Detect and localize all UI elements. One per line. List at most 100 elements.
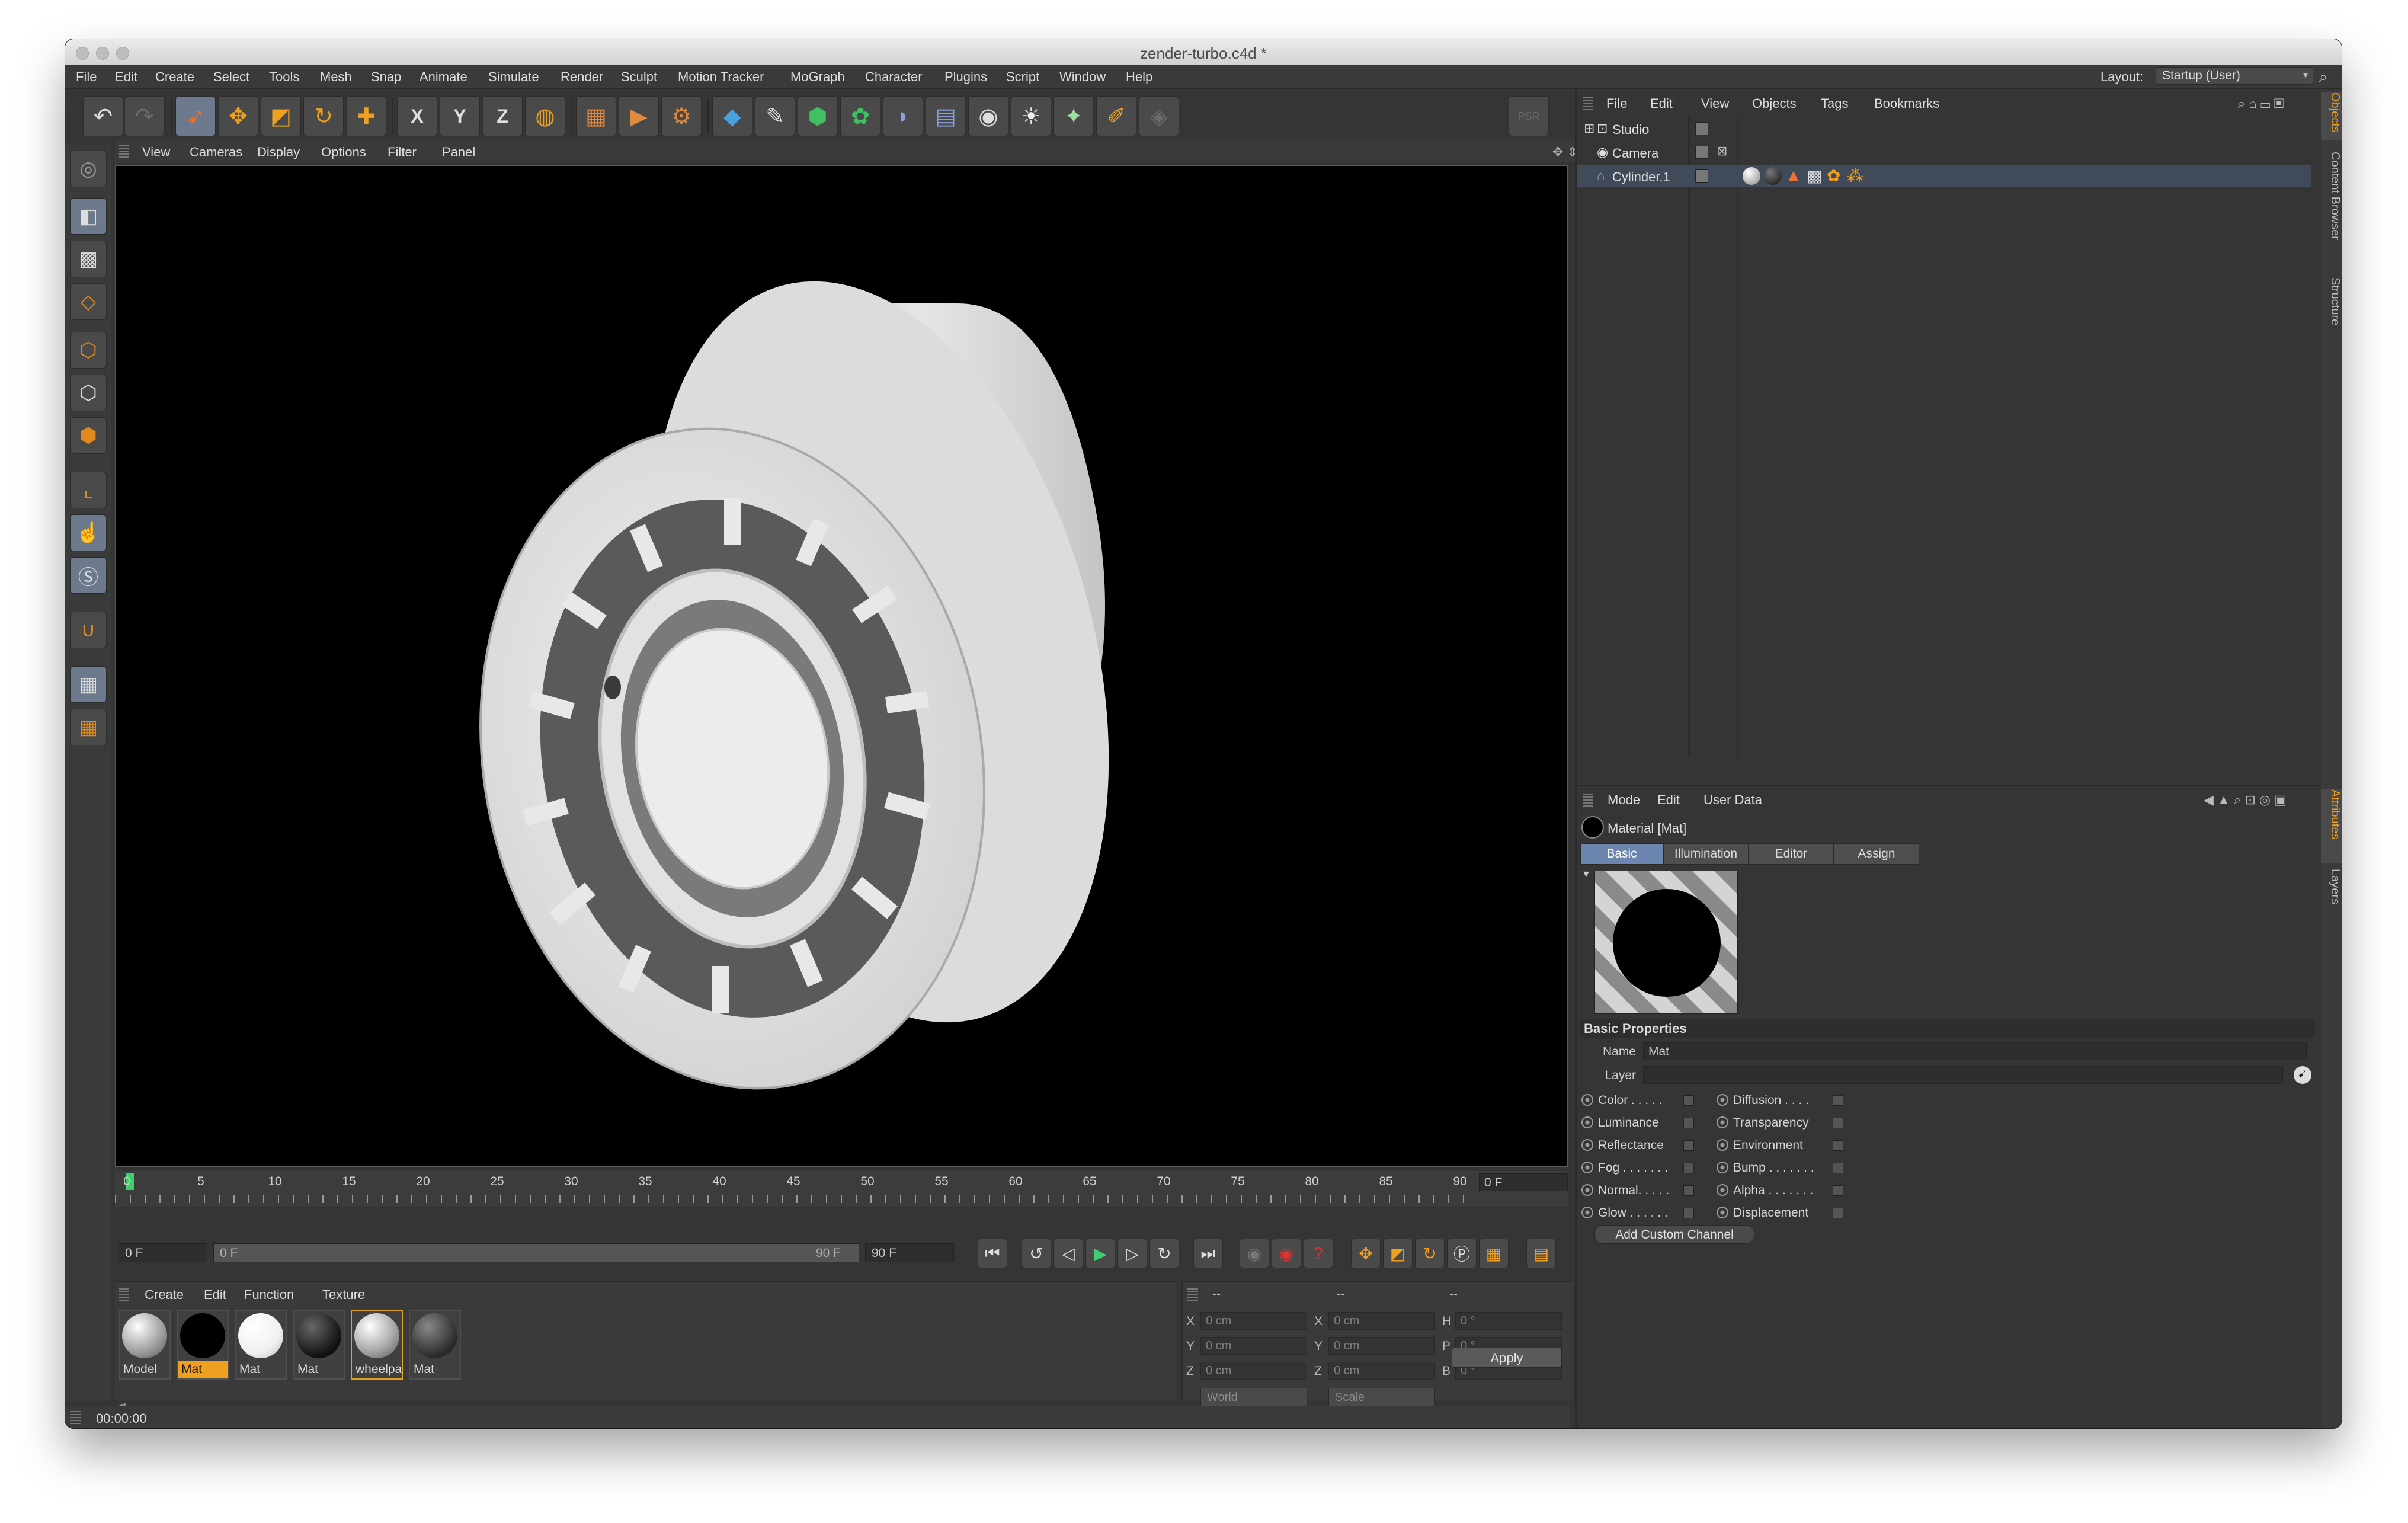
object-row-studio[interactable]: ⊞ ⊡ Studio bbox=[1577, 117, 2311, 140]
autokey-icon[interactable]: ◉ bbox=[1272, 1239, 1301, 1268]
channel-diffusion[interactable]: Diffusion . . . . bbox=[1717, 1093, 1843, 1108]
camera-icon[interactable]: ◉ bbox=[968, 96, 1008, 136]
render-picture-viewer-icon[interactable]: ▶ bbox=[619, 96, 659, 136]
floor-icon[interactable]: ▤ bbox=[926, 96, 966, 136]
panel-grip-icon[interactable] bbox=[119, 145, 129, 158]
key-position-icon[interactable]: ✥ bbox=[1351, 1239, 1381, 1268]
add-custom-channel-button[interactable]: Add Custom Channel bbox=[1594, 1225, 1754, 1244]
objects-menu-tags[interactable]: Tags bbox=[1821, 96, 1848, 111]
menu-mograph[interactable]: MoGraph bbox=[790, 69, 845, 85]
menu-character[interactable]: Character bbox=[865, 69, 923, 85]
menu-tools[interactable]: Tools bbox=[269, 69, 299, 85]
workplane-icon[interactable]: ◇ bbox=[70, 283, 107, 320]
texture-tag-icon[interactable]: ▩ bbox=[1807, 166, 1822, 185]
phong-tag-icon[interactable]: ▲ bbox=[1785, 166, 1802, 185]
lock-workplane-icon[interactable]: ▦ bbox=[70, 666, 107, 703]
channel-glow[interactable]: Glow . . . . . . bbox=[1581, 1206, 1694, 1220]
objects-menu-file[interactable]: File bbox=[1606, 96, 1627, 111]
panel-grip-icon[interactable] bbox=[1583, 97, 1593, 110]
start-frame-field[interactable]: 0 F bbox=[119, 1243, 207, 1262]
size-y-field[interactable]: 0 cm bbox=[1328, 1337, 1435, 1355]
panel-grip-icon[interactable] bbox=[1583, 794, 1593, 807]
channel-normal[interactable]: Normal. . . . . bbox=[1581, 1183, 1694, 1198]
snap-icon[interactable]: Ⓢ bbox=[70, 557, 107, 594]
menu-render[interactable]: Render bbox=[561, 69, 603, 85]
channel-alpha[interactable]: Alpha . . . . . . . bbox=[1717, 1183, 1843, 1198]
edges-mode-icon[interactable]: ⬡ bbox=[70, 375, 107, 411]
attributes-menu-edit[interactable]: Edit bbox=[1657, 792, 1680, 808]
sky-icon[interactable]: ✦ bbox=[1054, 96, 1094, 136]
name-field[interactable]: Mat bbox=[1643, 1042, 2307, 1060]
viewport-menu-options[interactable]: Options bbox=[321, 145, 366, 160]
keyframe-selection-icon[interactable]: ? bbox=[1304, 1239, 1333, 1268]
light-icon[interactable]: ☀ bbox=[1011, 96, 1051, 136]
play-icon[interactable]: ▶ bbox=[1085, 1239, 1115, 1268]
key-pla-icon[interactable]: ▦ bbox=[1479, 1239, 1509, 1268]
go-to-start-icon[interactable]: ⏮ bbox=[978, 1239, 1007, 1268]
channel-displacement[interactable]: Displacement bbox=[1717, 1206, 1843, 1220]
target-tag-icon[interactable]: ⊠ bbox=[1717, 143, 1727, 159]
visibility-icon[interactable] bbox=[1695, 146, 1708, 159]
undo-icon[interactable]: ↶ bbox=[83, 96, 123, 136]
size-x-field[interactable]: 0 cm bbox=[1328, 1312, 1435, 1330]
material-tag-icon[interactable] bbox=[1743, 167, 1760, 185]
x-axis-icon[interactable]: X bbox=[397, 96, 437, 136]
panel-grip-icon[interactable] bbox=[70, 1411, 81, 1424]
viewport-menu-view[interactable]: View bbox=[142, 145, 170, 160]
scale-icon[interactable]: ◩ bbox=[261, 96, 301, 136]
material-swatch[interactable]: Model bbox=[119, 1310, 171, 1380]
menu-edit[interactable]: Edit bbox=[115, 69, 137, 85]
redo-icon[interactable]: ↷ bbox=[124, 96, 165, 136]
size-mode-select[interactable]: Scale bbox=[1328, 1388, 1435, 1407]
viewport-menu-filter[interactable]: Filter bbox=[388, 145, 417, 160]
pos-z-field[interactable]: 0 cm bbox=[1200, 1362, 1307, 1380]
menu-motion-tracker[interactable]: Motion Tracker bbox=[678, 69, 764, 85]
tab-structure[interactable]: Structure bbox=[2321, 277, 2342, 343]
go-to-end-icon[interactable]: ⏭ bbox=[1193, 1239, 1223, 1268]
tab-basic[interactable]: Basic bbox=[1580, 843, 1663, 865]
next-key-icon[interactable]: ↻ bbox=[1149, 1239, 1179, 1268]
tab-layers[interactable]: Layers bbox=[2321, 869, 2342, 916]
menu-select[interactable]: Select bbox=[213, 69, 249, 85]
channel-luminance[interactable]: Luminance bbox=[1581, 1116, 1694, 1130]
move-icon[interactable]: ✥ bbox=[218, 96, 258, 136]
channel-transparency[interactable]: Transparency bbox=[1717, 1116, 1843, 1130]
visibility-icon[interactable] bbox=[1695, 122, 1708, 135]
polygons-mode-icon[interactable]: ⬢ bbox=[70, 417, 107, 454]
material-swatch[interactable]: Mat bbox=[235, 1310, 287, 1380]
rotate-icon[interactable]: ↻ bbox=[303, 96, 344, 136]
pick-layer-icon[interactable]: ➹ bbox=[2294, 1066, 2311, 1084]
material-menu-create[interactable]: Create bbox=[145, 1287, 184, 1303]
tab-attributes[interactable]: Attributes bbox=[2321, 789, 2342, 863]
channel-bump[interactable]: Bump . . . . . . . bbox=[1717, 1161, 1843, 1175]
material-swatch[interactable]: Mat bbox=[409, 1310, 461, 1380]
apply-button[interactable]: Apply bbox=[1452, 1348, 1562, 1368]
objects-menu-bookmarks[interactable]: Bookmarks bbox=[1874, 96, 1939, 111]
channel-fog[interactable]: Fog . . . . . . . bbox=[1581, 1161, 1694, 1175]
channel-environment[interactable]: Environment bbox=[1717, 1138, 1843, 1153]
material-preview[interactable] bbox=[1594, 871, 1738, 1014]
magnet-icon[interactable]: ∪ bbox=[70, 612, 107, 648]
material-swatch[interactable]: wheelpa bbox=[351, 1310, 403, 1380]
cube-icon[interactable]: ◆ bbox=[712, 96, 752, 136]
planar-workplane-icon[interactable]: ▦ bbox=[70, 709, 107, 745]
expand-icon[interactable]: ⊞ bbox=[1584, 121, 1594, 136]
live-selection-icon[interactable]: ➹ bbox=[175, 96, 216, 136]
3d-viewport[interactable] bbox=[115, 165, 1568, 1167]
material-menu-edit[interactable]: Edit bbox=[204, 1287, 226, 1303]
layout-select[interactable]: Startup (User) ▾ bbox=[2156, 67, 2313, 85]
tab-illumination[interactable]: Illumination bbox=[1663, 843, 1749, 865]
collapse-triangle-icon[interactable]: ▼ bbox=[1581, 869, 1591, 880]
model-mode-icon[interactable]: ◧ bbox=[70, 198, 107, 235]
menu-mesh[interactable]: Mesh bbox=[320, 69, 352, 85]
objects-menu-edit[interactable]: Edit bbox=[1650, 96, 1673, 111]
pos-x-field[interactable]: 0 cm bbox=[1200, 1312, 1307, 1330]
viewport-menu-cameras[interactable]: Cameras bbox=[190, 145, 242, 160]
key-parameter-icon[interactable]: Ⓟ bbox=[1447, 1239, 1477, 1268]
material-swatch-selected[interactable]: Mat bbox=[177, 1310, 229, 1380]
menu-file[interactable]: File bbox=[76, 69, 97, 85]
material-menu-function[interactable]: Function bbox=[244, 1287, 294, 1303]
subdivision-surface-icon[interactable]: ⬢ bbox=[798, 96, 838, 136]
attributes-header-icons[interactable]: ◀ ▲ ⌕ ⊡ ◎ ▣ bbox=[2204, 792, 2287, 808]
objects-menu-view[interactable]: View bbox=[1701, 96, 1729, 111]
